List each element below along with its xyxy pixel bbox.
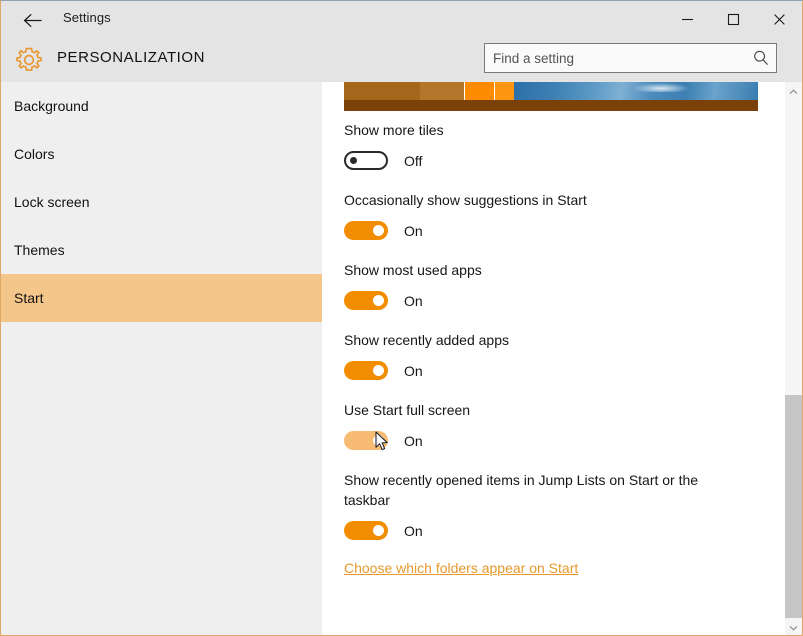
maximize-icon [727,13,740,26]
toggle-row: On [344,521,744,540]
search-input[interactable] [485,44,747,72]
app-title: Settings [63,10,111,25]
scroll-down-button[interactable] [785,618,802,635]
back-button[interactable] [11,5,55,35]
sidebar-item-label: Lock screen [14,194,90,210]
settings-window: Settings PERSONALIZATION Find a setting … [0,0,803,636]
sidebar-item-label: Themes [14,242,65,258]
toggle-state-label: Off [404,152,423,169]
setting-label: Show recently opened items in Jump Lists… [344,472,699,508]
page-title: PERSONALIZATION [57,49,205,66]
sidebar-item-lock-screen[interactable]: Lock screen [1,178,322,226]
toggle-knob [350,157,357,164]
setting-label: Show more tiles [344,122,444,138]
scrollbar-thumb[interactable] [785,395,802,618]
close-button[interactable] [756,1,802,38]
show-most-used-apps-toggle[interactable] [344,291,388,310]
sidebar-item-start[interactable]: Start [1,274,322,322]
toggle-state-label: On [404,292,423,309]
content-scrollbar[interactable] [785,82,802,635]
sidebar-item-label: Start [14,290,44,306]
chevron-up-icon [789,82,798,100]
setting-use-start-full-screen: Use Start full screen On [344,400,764,450]
setting-show-recently-added-apps: Show recently added apps On [344,330,764,380]
settings-content: Show more tiles Off Occasionally show su… [322,82,802,635]
show-recently-added-apps-toggle[interactable] [344,361,388,380]
toggle-row: Off [344,151,764,170]
page-header: PERSONALIZATION [1,38,802,82]
toggle-knob [373,435,384,446]
preview-wallpaper [514,82,758,100]
setting-label: Show most used apps [344,262,482,278]
sidebar-item-background[interactable]: Background [1,82,322,130]
scroll-up-button[interactable] [785,82,802,99]
setting-show-jump-lists: Show recently opened items in Jump Lists… [344,470,744,540]
back-arrow-icon [23,13,43,28]
maximize-button[interactable] [710,1,756,38]
minimize-button[interactable] [664,1,710,38]
use-start-full-screen-toggle[interactable] [344,431,388,450]
toggle-knob [373,225,384,236]
toggle-row: On [344,431,764,450]
toggle-knob [373,525,384,536]
setting-show-suggestions: Occasionally show suggestions in Start O… [344,190,764,240]
sidebar-item-label: Colors [14,146,55,162]
sidebar-item-themes[interactable]: Themes [1,226,322,274]
window-controls [664,1,802,38]
setting-label: Use Start full screen [344,402,471,418]
sidebar-item-colors[interactable]: Colors [1,130,322,178]
minimize-icon [681,13,694,26]
show-more-tiles-toggle[interactable] [344,151,388,170]
setting-label: Occasionally show suggestions in Start [344,192,587,208]
setting-show-most-used-apps: Show most used apps On [344,260,764,310]
choose-folders-link[interactable]: Choose which folders appear on Start [344,560,578,576]
search-box[interactable] [484,43,777,73]
sidebar: Background Colors Lock screen Themes Sta… [1,82,322,635]
sidebar-item-label: Background [14,98,89,114]
toggle-state-label: On [404,432,423,449]
setting-show-more-tiles: Show more tiles Off [344,120,764,170]
setting-label: Show recently added apps [344,332,509,348]
preview-taskbar [344,100,758,111]
close-icon [773,13,786,26]
toggle-state-label: On [404,222,423,239]
toggle-row: On [344,221,764,240]
toggle-state-label: On [404,362,423,379]
search-icon[interactable] [752,49,770,67]
gear-icon [13,44,45,76]
toggle-row: On [344,361,764,380]
toggle-state-label: On [404,522,423,539]
toggle-knob [373,365,384,376]
chevron-down-icon [789,618,798,636]
start-menu-preview [344,82,758,111]
show-jump-lists-toggle[interactable] [344,521,388,540]
toggle-row: On [344,291,764,310]
toggle-knob [373,295,384,306]
show-suggestions-toggle[interactable] [344,221,388,240]
title-bar: Settings [1,1,802,38]
